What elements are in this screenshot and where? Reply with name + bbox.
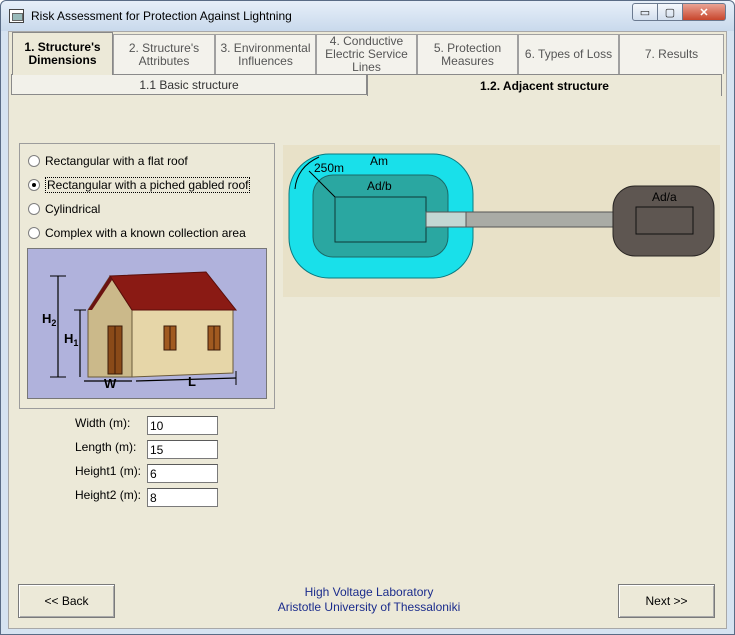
tab-line: Dimensions bbox=[28, 53, 97, 67]
radio-button[interactable] bbox=[28, 203, 40, 215]
tab-line: Attributes bbox=[138, 53, 190, 68]
tab-line: 2. Structure's bbox=[128, 40, 200, 55]
width-label: Width (m): bbox=[75, 416, 131, 430]
structure-type-panel: Rectangular with a flat roof Rectangular… bbox=[19, 143, 275, 409]
tab-structures-attributes[interactable]: 2. Structure's Attributes bbox=[113, 34, 215, 74]
window-title: Risk Assessment for Protection Against L… bbox=[31, 9, 292, 23]
radio-button[interactable] bbox=[28, 179, 40, 191]
adb-label: Ad/b bbox=[367, 179, 392, 193]
tab-line: 1. Structure's bbox=[24, 40, 101, 54]
tab-line: Influences bbox=[238, 53, 293, 68]
tab-environmental-influences[interactable]: 3. Environmental Influences bbox=[215, 34, 316, 74]
distance-label: 250m bbox=[314, 161, 344, 175]
ada-label: Ad/a bbox=[652, 190, 677, 204]
length-label: Length (m): bbox=[75, 440, 137, 454]
l-label: L bbox=[188, 374, 196, 389]
tab-conductive-lines[interactable]: 4. Conductive Electric Service Lines bbox=[316, 34, 417, 74]
connecting-line-inner bbox=[425, 211, 467, 228]
house-roof bbox=[109, 271, 238, 311]
minimize-button[interactable]: ▭ bbox=[632, 3, 658, 21]
radio-cylindrical[interactable]: Cylindrical bbox=[28, 200, 100, 218]
radio-label: Rectangular with a flat roof bbox=[45, 154, 188, 168]
h2-label: H2 bbox=[42, 311, 56, 328]
l-dimension-line bbox=[135, 377, 237, 382]
tab-adjacent-structure[interactable]: 1.2. Adjacent structure bbox=[367, 74, 722, 96]
tab-line: 7. Results bbox=[644, 47, 699, 61]
radio-flat-roof[interactable]: Rectangular with a flat roof bbox=[28, 152, 188, 170]
tab-results[interactable]: 7. Results bbox=[619, 34, 724, 74]
app-window: Risk Assessment for Protection Against L… bbox=[0, 0, 735, 635]
radio-gabled-roof[interactable]: Rectangular with a piched gabled roof bbox=[28, 176, 251, 194]
title-bar: Risk Assessment for Protection Against L… bbox=[1, 1, 734, 31]
tab-line: Measures bbox=[441, 53, 494, 68]
footer-line-1: High Voltage Laboratory bbox=[304, 585, 434, 599]
tab-types-of-loss[interactable]: 6. Types of Loss bbox=[518, 34, 619, 74]
tab-protection-measures[interactable]: 5. Protection Measures bbox=[417, 34, 518, 74]
tab-line: 3. Environmental bbox=[220, 40, 311, 55]
tab-line: 4. Conductive bbox=[329, 34, 404, 48]
footer-credits: High Voltage Laboratory Aristotle Univer… bbox=[209, 585, 529, 615]
radio-label: Complex with a known collection area bbox=[45, 226, 246, 240]
radio-button[interactable] bbox=[28, 227, 40, 239]
house-illustration: H2 H1 W L bbox=[27, 248, 267, 399]
height2-field[interactable] bbox=[147, 488, 218, 507]
maximize-button[interactable]: ▢ bbox=[657, 3, 683, 21]
tab-line: 5. Protection bbox=[433, 40, 502, 55]
client-area: 1. Structure's Dimensions 2. Structure's A… bbox=[8, 31, 727, 629]
height1-field[interactable] bbox=[147, 464, 218, 483]
radio-label: Rectangular with a piched gabled roof bbox=[45, 177, 251, 193]
h1-label: H1 bbox=[64, 331, 78, 348]
tab-structures-dimensions[interactable]: 1. Structure's Dimensions bbox=[12, 32, 113, 75]
height2-label: Height2 (m): bbox=[75, 488, 142, 502]
collection-area-drawing: 250m Am Ad/b Ad/a bbox=[283, 145, 720, 297]
tab-line: 6. Types of Loss bbox=[524, 47, 613, 61]
main-structure bbox=[334, 196, 427, 243]
sub-tab-strip: 1.1 Basic structure 1.2. Adjacent struct… bbox=[11, 74, 724, 96]
height1-label: Height1 (m): bbox=[75, 464, 142, 478]
house-drawing: H2 H1 W L bbox=[42, 271, 238, 391]
next-button[interactable]: Next >> bbox=[618, 584, 715, 618]
radio-label: Cylindrical bbox=[45, 202, 101, 216]
back-button[interactable]: << Back bbox=[18, 584, 115, 618]
radio-complex[interactable]: Complex with a known collection area bbox=[28, 224, 246, 242]
collection-area-diagram: 250m Am Ad/b Ad/a bbox=[283, 145, 720, 297]
tab-line: Electric Service bbox=[325, 47, 408, 61]
length-field[interactable] bbox=[147, 440, 218, 459]
width-field[interactable] bbox=[147, 416, 218, 435]
close-button[interactable]: ✕ bbox=[682, 3, 726, 21]
tab-basic-structure[interactable]: 1.1 Basic structure bbox=[11, 74, 367, 95]
am-label: Am bbox=[370, 154, 388, 168]
main-tab-strip: 1. Structure's Dimensions 2. Structure's A… bbox=[12, 32, 724, 75]
tab-line: Lines bbox=[352, 60, 381, 74]
footer-line-2: Aristotle University of Thessaloniki bbox=[277, 600, 461, 614]
app-icon bbox=[9, 9, 24, 23]
w-label: W bbox=[104, 376, 117, 391]
radio-button[interactable] bbox=[28, 155, 40, 167]
